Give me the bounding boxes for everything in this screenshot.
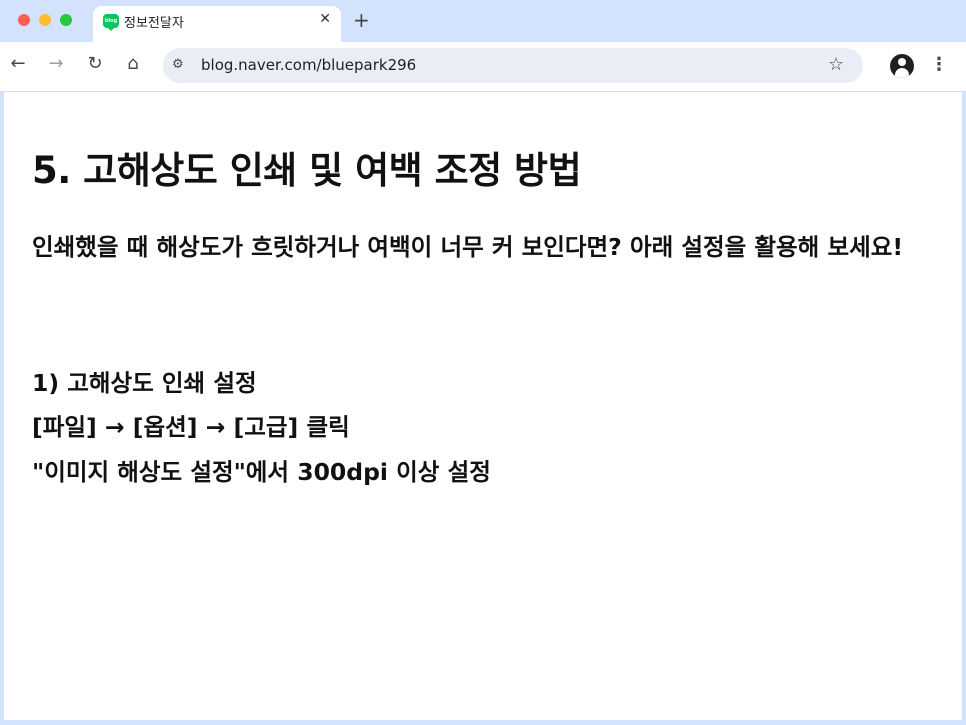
address-bar[interactable]: ⚙ blog.naver.com/bluepark296 ☆: [163, 48, 863, 83]
article-heading: 5. 고해상도 인쇄 및 여백 조정 방법: [32, 149, 582, 192]
tab-title: 정보전달자: [124, 16, 184, 31]
close-window-button[interactable]: [18, 14, 30, 26]
tab-close-icon[interactable]: ✕: [319, 11, 331, 27]
article-intro: 인쇄했을 때 해상도가 흐릿하거나 여백이 너무 커 보인다면? 아래 설정을 …: [32, 233, 904, 261]
profile-avatar-icon[interactable]: [890, 54, 914, 78]
more-menu-icon[interactable]: ⋮: [930, 54, 948, 75]
reload-icon[interactable]: ↻: [83, 53, 107, 74]
page-content: 5. 고해상도 인쇄 및 여백 조정 방법 인쇄했을 때 해상도가 흐릿하거나 …: [4, 92, 962, 720]
bookmark-star-icon[interactable]: ☆: [828, 54, 844, 75]
home-icon[interactable]: ⌂: [121, 53, 145, 74]
blog-favicon-icon: blog: [103, 14, 119, 31]
new-tab-button[interactable]: +: [353, 8, 370, 32]
maximize-window-button[interactable]: [60, 14, 72, 26]
step-line: 1) 고해상도 인쇄 설정: [32, 369, 257, 397]
toolbar: ← → ↻ ⌂ ⚙ blog.naver.com/bluepark296 ☆ ⋮: [0, 42, 966, 92]
step-line: [파일] → [옵션] → [고급] 클릭: [32, 413, 350, 441]
back-arrow-icon[interactable]: ←: [6, 53, 30, 74]
minimize-window-button[interactable]: [39, 14, 51, 26]
tab-active[interactable]: blog 정보전달자 ✕: [93, 6, 341, 42]
step-line: "이미지 해상도 설정"에서 300dpi 이상 설정: [32, 458, 491, 486]
forward-arrow-icon[interactable]: →: [44, 53, 68, 74]
site-settings-icon[interactable]: ⚙: [172, 57, 184, 72]
tab-strip: blog 정보전달자 ✕ +: [0, 0, 966, 42]
browser-window: blog 정보전달자 ✕ + ← → ↻ ⌂ ⚙ blog.naver.com/…: [0, 0, 966, 725]
url-text[interactable]: blog.naver.com/bluepark296: [201, 56, 416, 74]
